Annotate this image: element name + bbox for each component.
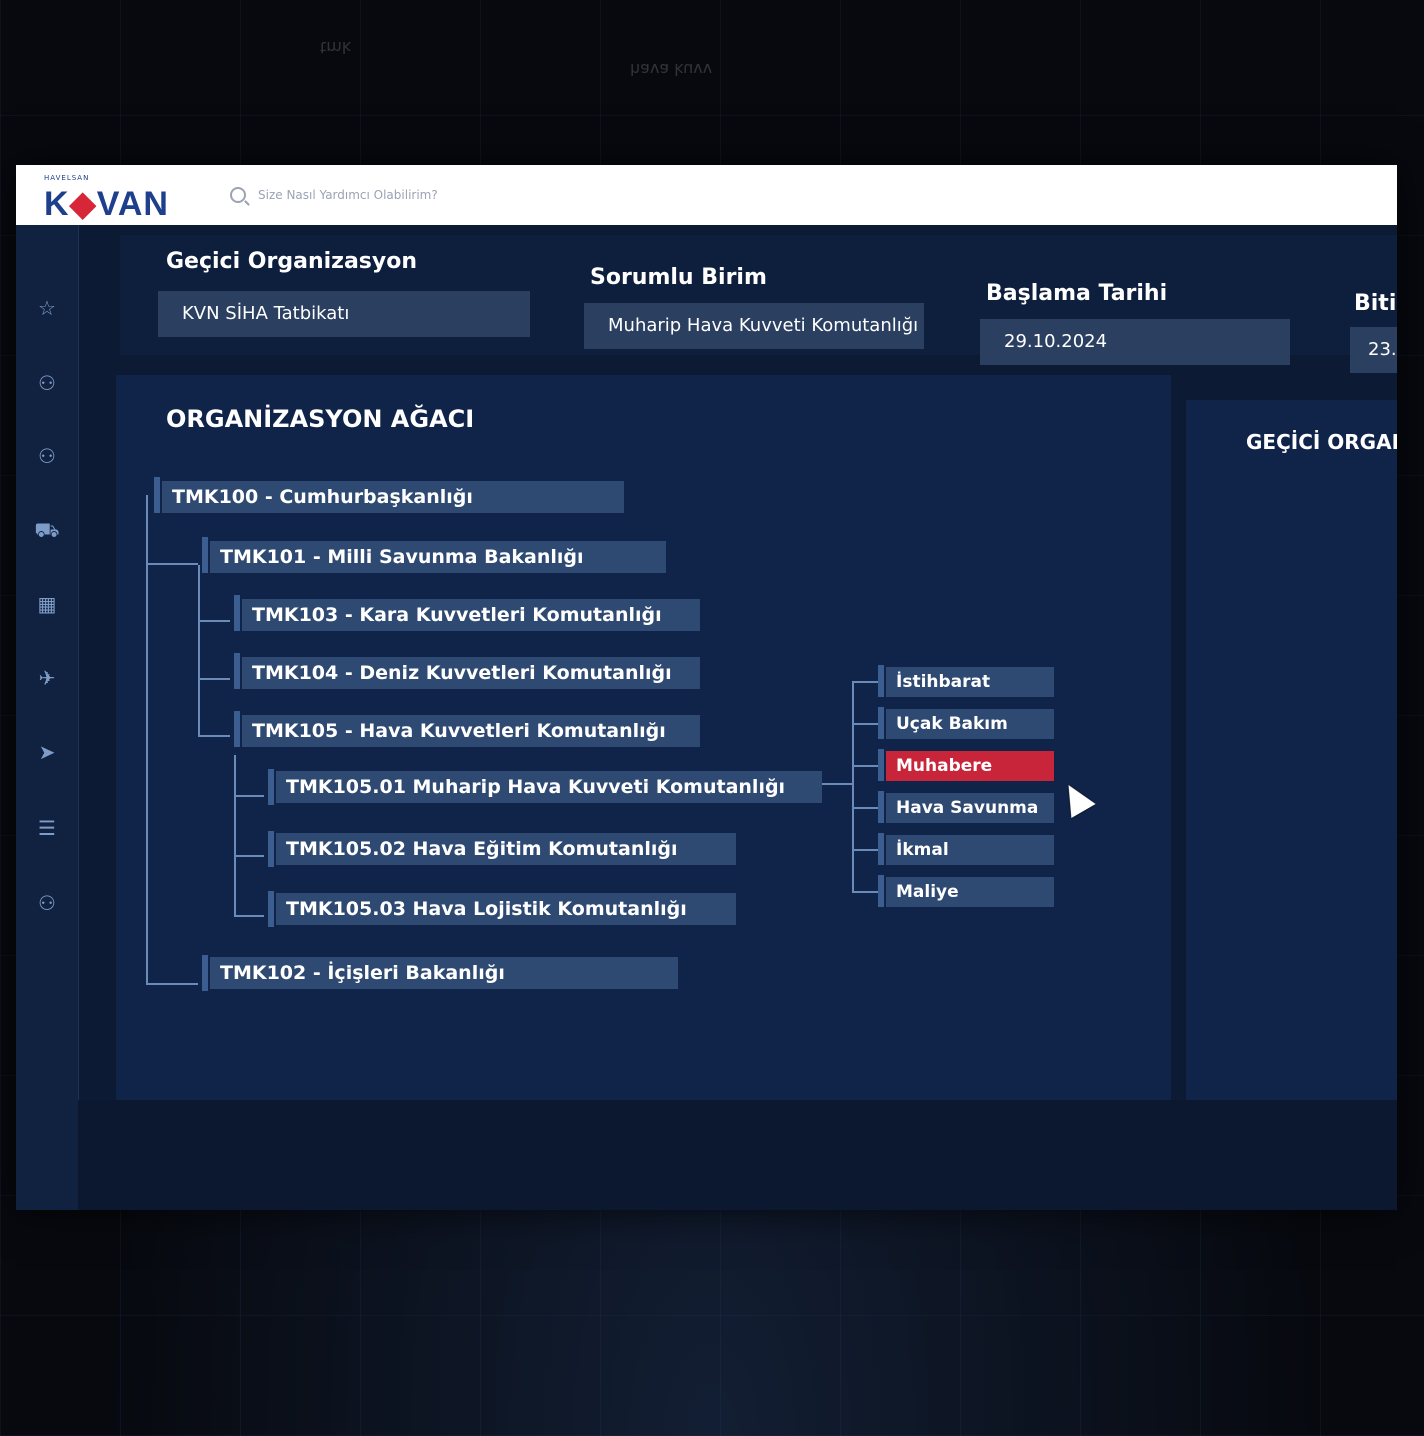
tree-connector (146, 495, 148, 985)
node-marker (878, 833, 884, 865)
tree-connector (852, 681, 854, 891)
tree-node[interactable]: TMK100 - Cumhurbaşkanlığı (162, 481, 624, 513)
app-window: HAVELSAN K◆VAN Size Nasıl Yardımcı Olabi… (16, 165, 1397, 1210)
reflection-text: tmk (320, 38, 352, 57)
tree-connector (198, 735, 230, 737)
search-icon (230, 187, 246, 203)
sub-unit-item[interactable]: İstihbarat (886, 667, 1054, 697)
tree-title: ORGANİZASYON AĞACI (166, 405, 475, 433)
tree-node[interactable]: TMK105.03 Hava Lojistik Komutanlığı (276, 893, 736, 925)
users-icon[interactable]: ⚇ (34, 890, 60, 916)
node-marker (268, 831, 274, 867)
organization-tree-panel: ORGANİZASYON AĞACI TMK100 - Cumhurbaşkan… (116, 375, 1171, 1210)
sidebar: ☆ ⚇ ⚇ ⛟ ▦ ✈ ➤ ☰ ⚇ (16, 225, 79, 1210)
node-marker (234, 711, 240, 747)
sub-unit-item[interactable]: Hava Savunma (886, 793, 1054, 823)
temp-org-field[interactable]: KVN SİHA Tatbikatı (158, 291, 530, 337)
node-marker (878, 707, 884, 739)
node-marker (268, 891, 274, 927)
tree-node[interactable]: TMK104 - Deniz Kuvvetleri Komutanlığı (242, 657, 700, 689)
tree-connector (198, 565, 200, 735)
node-marker (878, 875, 884, 907)
tree-connector (852, 681, 878, 683)
node-marker (234, 595, 240, 631)
tree-node[interactable]: TMK101 - Milli Savunma Bakanlığı (210, 541, 666, 573)
tree-node[interactable]: TMK102 - İçişleri Bakanlığı (210, 957, 678, 989)
tree-connector (146, 983, 198, 985)
tree-node[interactable]: TMK105.01 Muharip Hava Kuvveti Komutanlı… (276, 771, 822, 803)
right-panel-title: GEÇİCİ ORGANİZ (1246, 430, 1397, 454)
users-icon[interactable]: ⚇ (34, 443, 60, 469)
tree-connector (852, 807, 878, 809)
tree-connector (146, 563, 198, 565)
sub-unit-item[interactable]: Uçak Bakım (886, 709, 1054, 739)
node-marker (878, 791, 884, 823)
tree-connector (234, 915, 264, 917)
tree-connector (852, 849, 878, 851)
sub-unit-item-selected[interactable]: Muhabere (886, 751, 1054, 781)
tree-connector (198, 620, 230, 622)
tree-connector (234, 855, 264, 857)
end-date-field[interactable]: 23.0 (1350, 327, 1397, 373)
star-icon[interactable]: ☆ (34, 295, 60, 321)
airplane-icon[interactable]: ✈ (34, 665, 60, 691)
kovan-logo: HAVELSAN K◆VAN (40, 170, 190, 223)
tree-connector (852, 723, 878, 725)
brand-name: K◆VAN (44, 185, 169, 223)
start-date-field[interactable]: 29.10.2024 (980, 319, 1290, 365)
unit-field[interactable]: Muharip Hava Kuvveti Komutanlığı (584, 303, 924, 349)
grid-icon[interactable]: ▦ (34, 591, 60, 617)
start-date-label: Başlama Tarihi (986, 281, 1168, 306)
unit-label: Sorumlu Birim (590, 265, 767, 290)
tree-connector (852, 891, 878, 893)
brand-small: HAVELSAN (44, 174, 90, 182)
sub-unit-item[interactable]: Maliye (886, 877, 1054, 907)
top-bar: HAVELSAN K◆VAN Size Nasıl Yardımcı Olabi… (16, 165, 1397, 225)
temp-org-label: Geçici Organizasyon (166, 249, 418, 274)
end-date-label: Bitiş (1354, 291, 1397, 316)
drone-icon[interactable]: ➤ (34, 739, 60, 765)
node-marker (234, 653, 240, 689)
node-marker (878, 749, 884, 781)
tree-node[interactable]: TMK105 - Hava Kuvvetleri Komutanlığı (242, 715, 700, 747)
tree-connector (822, 783, 852, 785)
list-icon[interactable]: ☰ (34, 815, 60, 841)
node-marker (202, 955, 208, 991)
search-bar[interactable]: Size Nasıl Yardımcı Olabilirim? (230, 187, 438, 203)
header-panel: Geçici Organizasyon KVN SİHA Tatbikatı S… (120, 235, 1397, 373)
tree-node[interactable]: TMK103 - Kara Kuvvetleri Komutanlığı (242, 599, 700, 631)
node-marker (202, 537, 208, 573)
temp-organization-panel: GEÇİCİ ORGANİZ (1186, 400, 1397, 1210)
tree-connector (234, 755, 236, 917)
search-placeholder: Size Nasıl Yardımcı Olabilirim? (258, 188, 438, 202)
node-marker (268, 769, 274, 805)
node-marker (154, 477, 160, 513)
reflection-text: hava kuvv (630, 60, 713, 79)
footer-area (78, 1100, 1397, 1210)
sub-unit-item[interactable]: İkmal (886, 835, 1054, 865)
node-marker (878, 665, 884, 697)
tree-node[interactable]: TMK105.02 Hava Eğitim Komutanlığı (276, 833, 736, 865)
users-icon[interactable]: ⚇ (34, 370, 60, 396)
tree-connector (198, 678, 230, 680)
tree-connector (852, 765, 878, 767)
tree-connector (234, 795, 264, 797)
truck-icon[interactable]: ⛟ (34, 517, 60, 543)
